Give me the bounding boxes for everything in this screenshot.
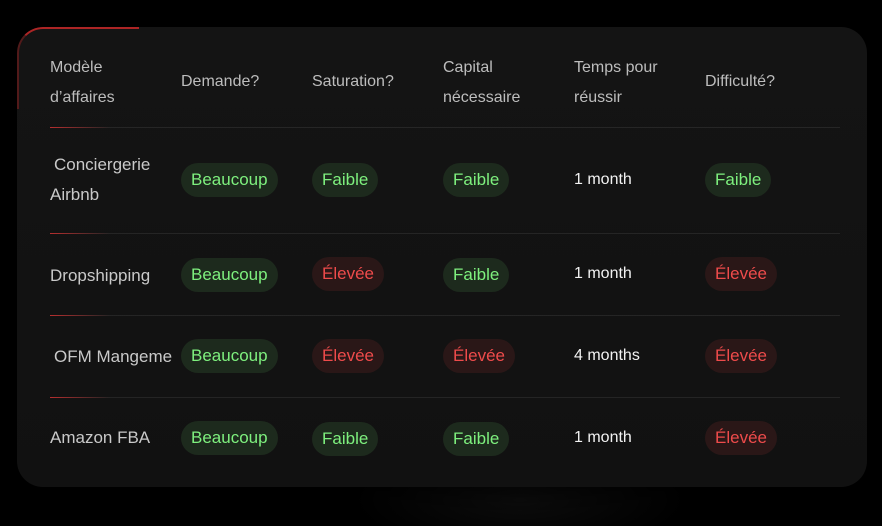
row-1-difficulty-badge: Faible [705,163,772,197]
header-time: Temps pour réussir [574,53,658,113]
comparison-table-card: Modèle d’affaires Demande? Saturation? C… [17,27,867,487]
header-time-line1: Temps pour [574,59,658,76]
header-divider [50,127,840,128]
header-model: Modèle d’affaires [50,53,115,113]
row-1-model-line2: Airbnb [50,185,100,204]
row-1-model: Conciergerie Airbnb [50,150,150,210]
header-time-line2: réussir [574,89,623,106]
row-3-demand-badge: Beaucoup [181,339,278,373]
row-2-capital-badge: Faible [443,258,510,292]
header-saturation: Saturation? [312,73,394,90]
header-capital: Capital nécessaire [443,53,520,113]
row-3-saturation-badge: Élevée [312,339,384,373]
row-2-model: Dropshipping [50,266,151,285]
row-2-saturation-badge: Élevée [312,257,384,291]
row-2-difficulty-badge: Élevée [705,257,777,291]
header-model-line2: d’affaires [50,89,115,106]
row-1-capital-badge: Faible [443,163,510,197]
row-divider [50,315,840,316]
header-difficulty: Difficulté? [705,73,775,90]
row-2-demand-badge: Beaucoup [181,258,278,292]
header-capital-line1: Capital [443,59,493,76]
header-demand: Demande? [181,73,260,90]
row-4-saturation-badge: Faible [312,422,379,456]
row-1-saturation-badge: Faible [312,163,379,197]
row-1-model-line1: Conciergerie [54,155,151,174]
row-divider [50,397,840,398]
row-4-difficulty-badge: Élevée [705,421,777,455]
row-3-time: 4 months [574,347,640,364]
row-1-time: 1 month [574,171,632,188]
row-4-demand-badge: Beaucoup [181,421,278,455]
row-1-demand-badge: Beaucoup [181,163,278,197]
row-4-time: 1 month [574,429,632,446]
row-divider [50,233,840,234]
row-3-capital-badge: Élevée [443,339,515,373]
row-3-difficulty-badge: Élevée [705,339,777,373]
row-4-model: Amazon FBA [50,428,151,447]
header-capital-line2: nécessaire [443,89,521,106]
row-3-model: OFM Mangeme [54,347,173,366]
row-2-time: 1 month [574,265,632,282]
header-model-line1: Modèle [50,59,103,76]
row-4-capital-badge: Faible [443,422,510,456]
